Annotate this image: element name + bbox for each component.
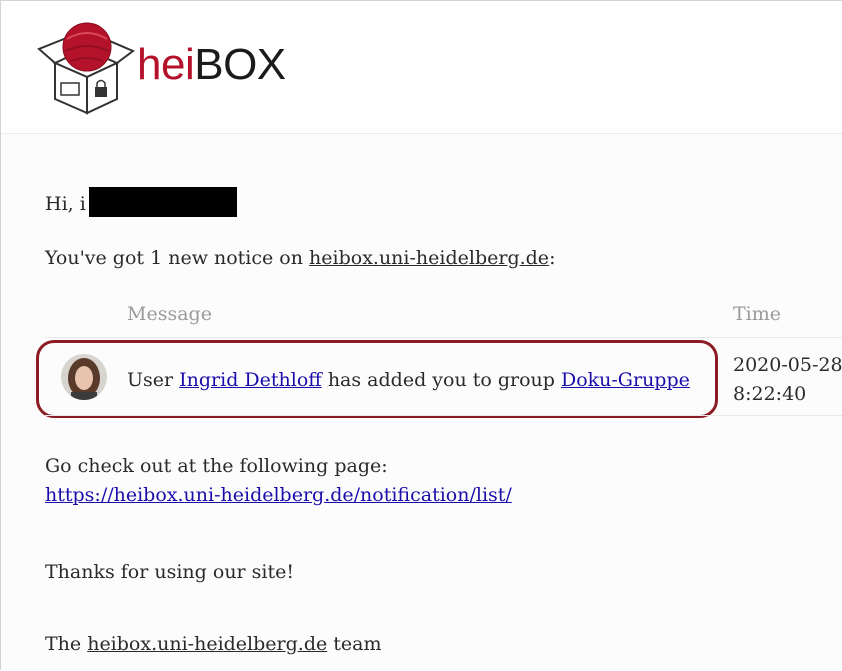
brand-box: BOX: [194, 40, 286, 89]
greeting: Hi, i: [45, 193, 86, 215]
team-suffix: team: [327, 633, 382, 655]
table-divider: [45, 337, 842, 338]
brand-wordmark: heiBOX: [137, 35, 286, 95]
intro-line: You've got 1 new notice on heibox.uni-he…: [45, 245, 555, 271]
team-prefix: The: [45, 633, 88, 655]
redacted-name: [89, 187, 237, 217]
highlight-outline: [36, 340, 718, 418]
table-divider-bottom: [45, 415, 842, 416]
intro-site-link[interactable]: heibox.uni-heidelberg.de: [309, 247, 549, 269]
column-header-message: Message: [127, 303, 212, 325]
notification-list-link-line: https://heibox.uni-heidelberg.de/notific…: [45, 482, 512, 508]
team-site-link[interactable]: heibox.uni-heidelberg.de: [87, 633, 327, 655]
thanks-text: Thanks for using our site!: [45, 561, 295, 583]
notice-time: 8:22:40: [733, 383, 807, 405]
signature-line: The heibox.uni-heidelberg.de team: [45, 631, 382, 657]
intro-suffix: :: [549, 247, 556, 269]
brand-hei: hei: [137, 40, 195, 89]
email-header: heiBOX: [1, 1, 842, 134]
notification-list-link[interactable]: https://heibox.uni-heidelberg.de/notific…: [45, 484, 512, 506]
intro-prefix: You've got 1 new notice on: [45, 247, 310, 269]
heibox-logo-icon: [33, 19, 137, 117]
email-view: heiBOX Hi, i You've got 1 new notice on …: [0, 0, 842, 671]
check-text: Go check out at the following page:: [45, 455, 388, 477]
column-header-time: Time: [733, 303, 782, 325]
notice-date: 2020-05-28: [733, 354, 842, 376]
